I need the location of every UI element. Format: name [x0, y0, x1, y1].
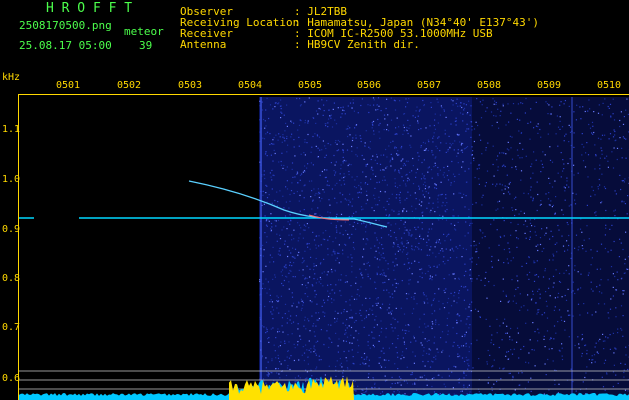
date-time: 25.08.17 05:00 [19, 39, 112, 52]
axis-unit-label: kHz [2, 72, 21, 83]
label-antenna: Antenna [180, 38, 227, 51]
file-name: 2508170500.png [19, 19, 112, 32]
x-tick-label: 0503 [178, 80, 203, 91]
x-tick-label: 0509 [537, 80, 562, 91]
spectrogram [19, 97, 629, 400]
x-tick-label: 0508 [477, 80, 502, 91]
value-antenna: : HB9CV Zenith dir. [294, 38, 420, 51]
x-tick-label: 0504 [238, 80, 263, 91]
app-logo: H R O F F T [46, 1, 133, 16]
x-axis-line [19, 94, 629, 95]
x-tick-label: 0510 [597, 80, 622, 91]
spectrogram-canvas [19, 97, 629, 400]
x-tick-label: 0505 [298, 80, 323, 91]
x-tick-label: 0507 [417, 80, 442, 91]
x-tick-label: 0506 [357, 80, 382, 91]
x-tick-label: 0502 [117, 80, 142, 91]
meteor-count: 39 [139, 39, 153, 52]
meteor-label: meteor [124, 25, 164, 38]
x-tick-label: 0501 [56, 80, 81, 91]
